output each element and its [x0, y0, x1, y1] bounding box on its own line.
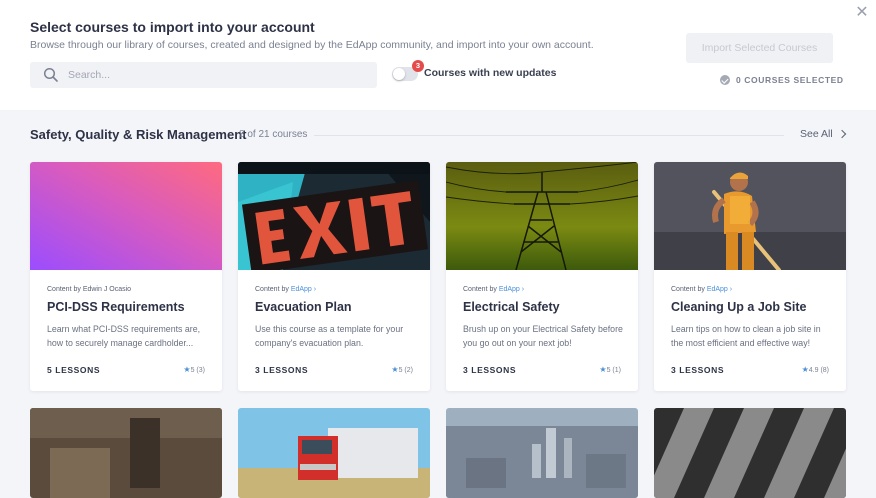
- content-by-line: Content by EdApp ›: [255, 286, 317, 293]
- truck-thumbnail: [238, 408, 430, 498]
- see-all-link[interactable]: See All: [800, 128, 846, 140]
- content-by-line: Content by EdApp ›: [463, 286, 525, 293]
- selected-count-label: 0 COURSES SELECTED: [736, 75, 844, 85]
- search-icon: [43, 67, 58, 82]
- course-card-row2-2[interactable]: [238, 408, 430, 498]
- course-card-row2-1[interactable]: [30, 408, 222, 498]
- course-card-evacuation-plan[interactable]: Content by EdApp › Evacuation Plan Use t…: [238, 162, 430, 391]
- chevron-right-icon: [837, 129, 846, 139]
- power-lines-thumbnail: [446, 162, 638, 270]
- updates-toggle-label[interactable]: Courses with new updates: [424, 67, 556, 79]
- star-icon: ★: [183, 365, 191, 374]
- course-description: Use this course as a template for your c…: [255, 324, 404, 348]
- star-icon: ★: [599, 365, 607, 374]
- course-card-pci-dss[interactable]: Content by Edwin J Ocasio PCI-DSS Requir…: [30, 162, 222, 391]
- course-title: Cleaning Up a Job Site: [671, 300, 807, 314]
- author-link[interactable]: EdApp: [499, 286, 520, 293]
- course-title: PCI-DSS Requirements: [47, 300, 185, 314]
- lesson-count: 3 LESSONS: [255, 365, 309, 375]
- lesson-count: 3 LESSONS: [463, 365, 517, 375]
- section-course-count: 8 of 21 courses: [239, 129, 308, 140]
- course-title: Electrical Safety: [463, 300, 560, 314]
- content-by-line: Content by EdApp ›: [671, 286, 733, 293]
- worker-thumbnail: [654, 162, 846, 270]
- content-by-line: Content by Edwin J Ocasio: [47, 286, 132, 293]
- section-title: Safety, Quality & Risk Management: [30, 127, 247, 142]
- hazard-stripes-thumbnail: [654, 408, 846, 498]
- course-title: Evacuation Plan: [255, 300, 352, 314]
- see-all-label: See All: [800, 128, 833, 140]
- check-circle-icon: [720, 75, 730, 85]
- star-icon: ★: [801, 365, 809, 374]
- course-card-cleaning-job-site[interactable]: Content by EdApp › Cleaning Up a Job Sit…: [654, 162, 846, 391]
- gradient-thumbnail: [30, 162, 222, 270]
- course-rating: ★5 (1): [599, 365, 621, 374]
- lesson-count: 5 LESSONS: [47, 365, 101, 375]
- import-selected-button[interactable]: Import Selected Courses: [686, 33, 833, 63]
- toggle-knob: [393, 68, 405, 80]
- search-box: [30, 62, 377, 88]
- course-rating: ★4.9 (8): [801, 365, 829, 374]
- course-rating: ★5 (2): [391, 365, 413, 374]
- page-subtitle: Browse through our library of courses, c…: [30, 39, 594, 51]
- close-icon[interactable]: ✕: [855, 5, 869, 21]
- course-card-row2-4[interactable]: [654, 408, 846, 498]
- construction-thumbnail: [30, 408, 222, 498]
- author-name: Edwin J Ocasio: [82, 286, 132, 293]
- course-rating: ★5 (3): [183, 365, 205, 374]
- course-description: Learn what PCI-DSS requirements are, how…: [47, 324, 201, 348]
- section-divider: [314, 135, 784, 136]
- course-card-row2-3[interactable]: [446, 408, 638, 498]
- course-description: Learn tips on how to clean a job site in…: [671, 324, 821, 348]
- city-thumbnail: [446, 408, 638, 498]
- course-card-electrical-safety[interactable]: Content by EdApp › Electrical Safety Bru…: [446, 162, 638, 391]
- course-description: Brush up on your Electrical Safety befor…: [463, 324, 623, 348]
- updates-count-badge: 3: [412, 60, 424, 72]
- author-link[interactable]: EdApp: [291, 286, 312, 293]
- page-title: Select courses to import into your accou…: [30, 19, 315, 35]
- import-header: ✕ Select courses to import into your acc…: [0, 0, 876, 110]
- exit-sign-thumbnail: [238, 162, 430, 270]
- search-input[interactable]: [68, 62, 368, 88]
- lesson-count: 3 LESSONS: [671, 365, 725, 375]
- author-link[interactable]: EdApp: [707, 286, 728, 293]
- selected-count-status: 0 COURSES SELECTED: [720, 74, 844, 86]
- star-icon: ★: [391, 365, 399, 374]
